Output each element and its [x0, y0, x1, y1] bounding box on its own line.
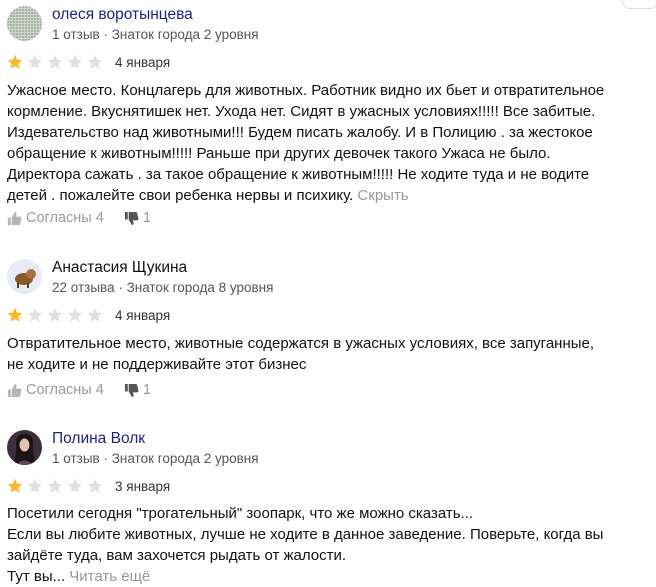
disagree-count: 1 [142, 382, 151, 398]
avatar[interactable] [7, 430, 42, 465]
review-text-line: не ходите и не поддерживайте этот бизнес [7, 356, 307, 373]
star-empty-icon [67, 54, 83, 69]
star-empty-icon [27, 478, 43, 493]
review-text-line: Посетили сегодня "трогательный" зоопарк,… [7, 505, 474, 522]
review-text-line-content: Тут вы... [7, 568, 66, 585]
review-text-line: Директора сажать . за такое обращение к … [7, 166, 590, 183]
review-date: 4 января [115, 308, 171, 323]
star-empty-icon [67, 307, 83, 322]
star-filled-icon [7, 478, 23, 493]
agree-count: Согласны 4 [26, 210, 104, 226]
thumbs-down-icon [124, 383, 139, 397]
avatar[interactable] [7, 259, 42, 294]
review-text-line: Отвратительное место, животные содержатс… [7, 335, 595, 352]
star-empty-icon [47, 478, 63, 493]
review-text-line: Тут вы... Читать ещё [7, 566, 647, 587]
review-text: Посетили сегодня "трогательный" зоопарк,… [7, 503, 647, 587]
star-empty-icon [47, 307, 63, 322]
author-name[interactable]: Анастасия Щукина [52, 259, 187, 277]
star-empty-icon [67, 478, 83, 493]
agree-button[interactable]: Согласны 4 [7, 210, 104, 226]
agree-count: Согласны 4 [26, 382, 104, 398]
avatar[interactable] [7, 6, 42, 41]
review-text-line: Издевательство над животными!!! Будем пи… [7, 124, 593, 141]
rating-stars [7, 307, 103, 323]
rating-stars [7, 54, 103, 70]
review-text: Ужасное место. Концлагерь для животных. … [7, 80, 647, 206]
review-text-line: Если вы любите животных, лучше не ходите… [7, 526, 604, 543]
review-actions: Согласны 4 1 [7, 382, 151, 398]
review-date: 4 января [115, 55, 171, 70]
author-name[interactable]: олеся воротынцева [52, 6, 193, 24]
thumbs-down-icon [124, 211, 139, 225]
disagree-button[interactable]: 1 [124, 382, 151, 398]
review-text-line: кормление. Вкуснятишек нет. Ухода нет. С… [7, 103, 596, 120]
star-empty-icon [27, 54, 43, 69]
thumbs-up-icon [7, 383, 22, 397]
hide-link[interactable]: Скрыть [357, 187, 408, 204]
star-filled-icon [7, 54, 23, 69]
star-empty-icon [47, 54, 63, 69]
star-empty-icon [87, 307, 103, 322]
scroll-edge-control [622, 0, 656, 9]
read-more-link[interactable]: Читать ещё [69, 568, 150, 585]
review-actions: Согласны 4 1 [7, 210, 151, 226]
review-text-line: обращение к животным!!!!! Раньше при дру… [7, 145, 551, 162]
rating-stars [7, 478, 103, 494]
review-text-line-content: детей . пожалейте свои ребенка нервы и п… [7, 187, 354, 204]
star-empty-icon [27, 307, 43, 322]
agree-button[interactable]: Согласны 4 [7, 382, 104, 398]
author-meta: 1 отзыв · Знаток города 2 уровня [52, 27, 259, 42]
review-text: Отвратительное место, животные содержатс… [7, 333, 647, 375]
thumbs-up-icon [7, 211, 22, 225]
star-empty-icon [87, 478, 103, 493]
author-meta: 1 отзыв · Знаток города 2 уровня [52, 451, 259, 466]
author-name[interactable]: Полина Волк [52, 430, 145, 448]
review-text-line: зайдёте туда, вам захочется рыдать от жа… [7, 547, 347, 564]
star-filled-icon [7, 307, 23, 322]
review-text-line: детей . пожалейте свои ребенка нервы и п… [7, 185, 647, 206]
disagree-count: 1 [142, 210, 151, 226]
review-text-line: Ужасное место. Концлагерь для животных. … [7, 82, 605, 99]
review-date: 3 января [115, 479, 171, 494]
author-meta: 22 отзыва · Знаток города 8 уровня [52, 280, 274, 295]
star-empty-icon [87, 54, 103, 69]
disagree-button[interactable]: 1 [124, 210, 151, 226]
